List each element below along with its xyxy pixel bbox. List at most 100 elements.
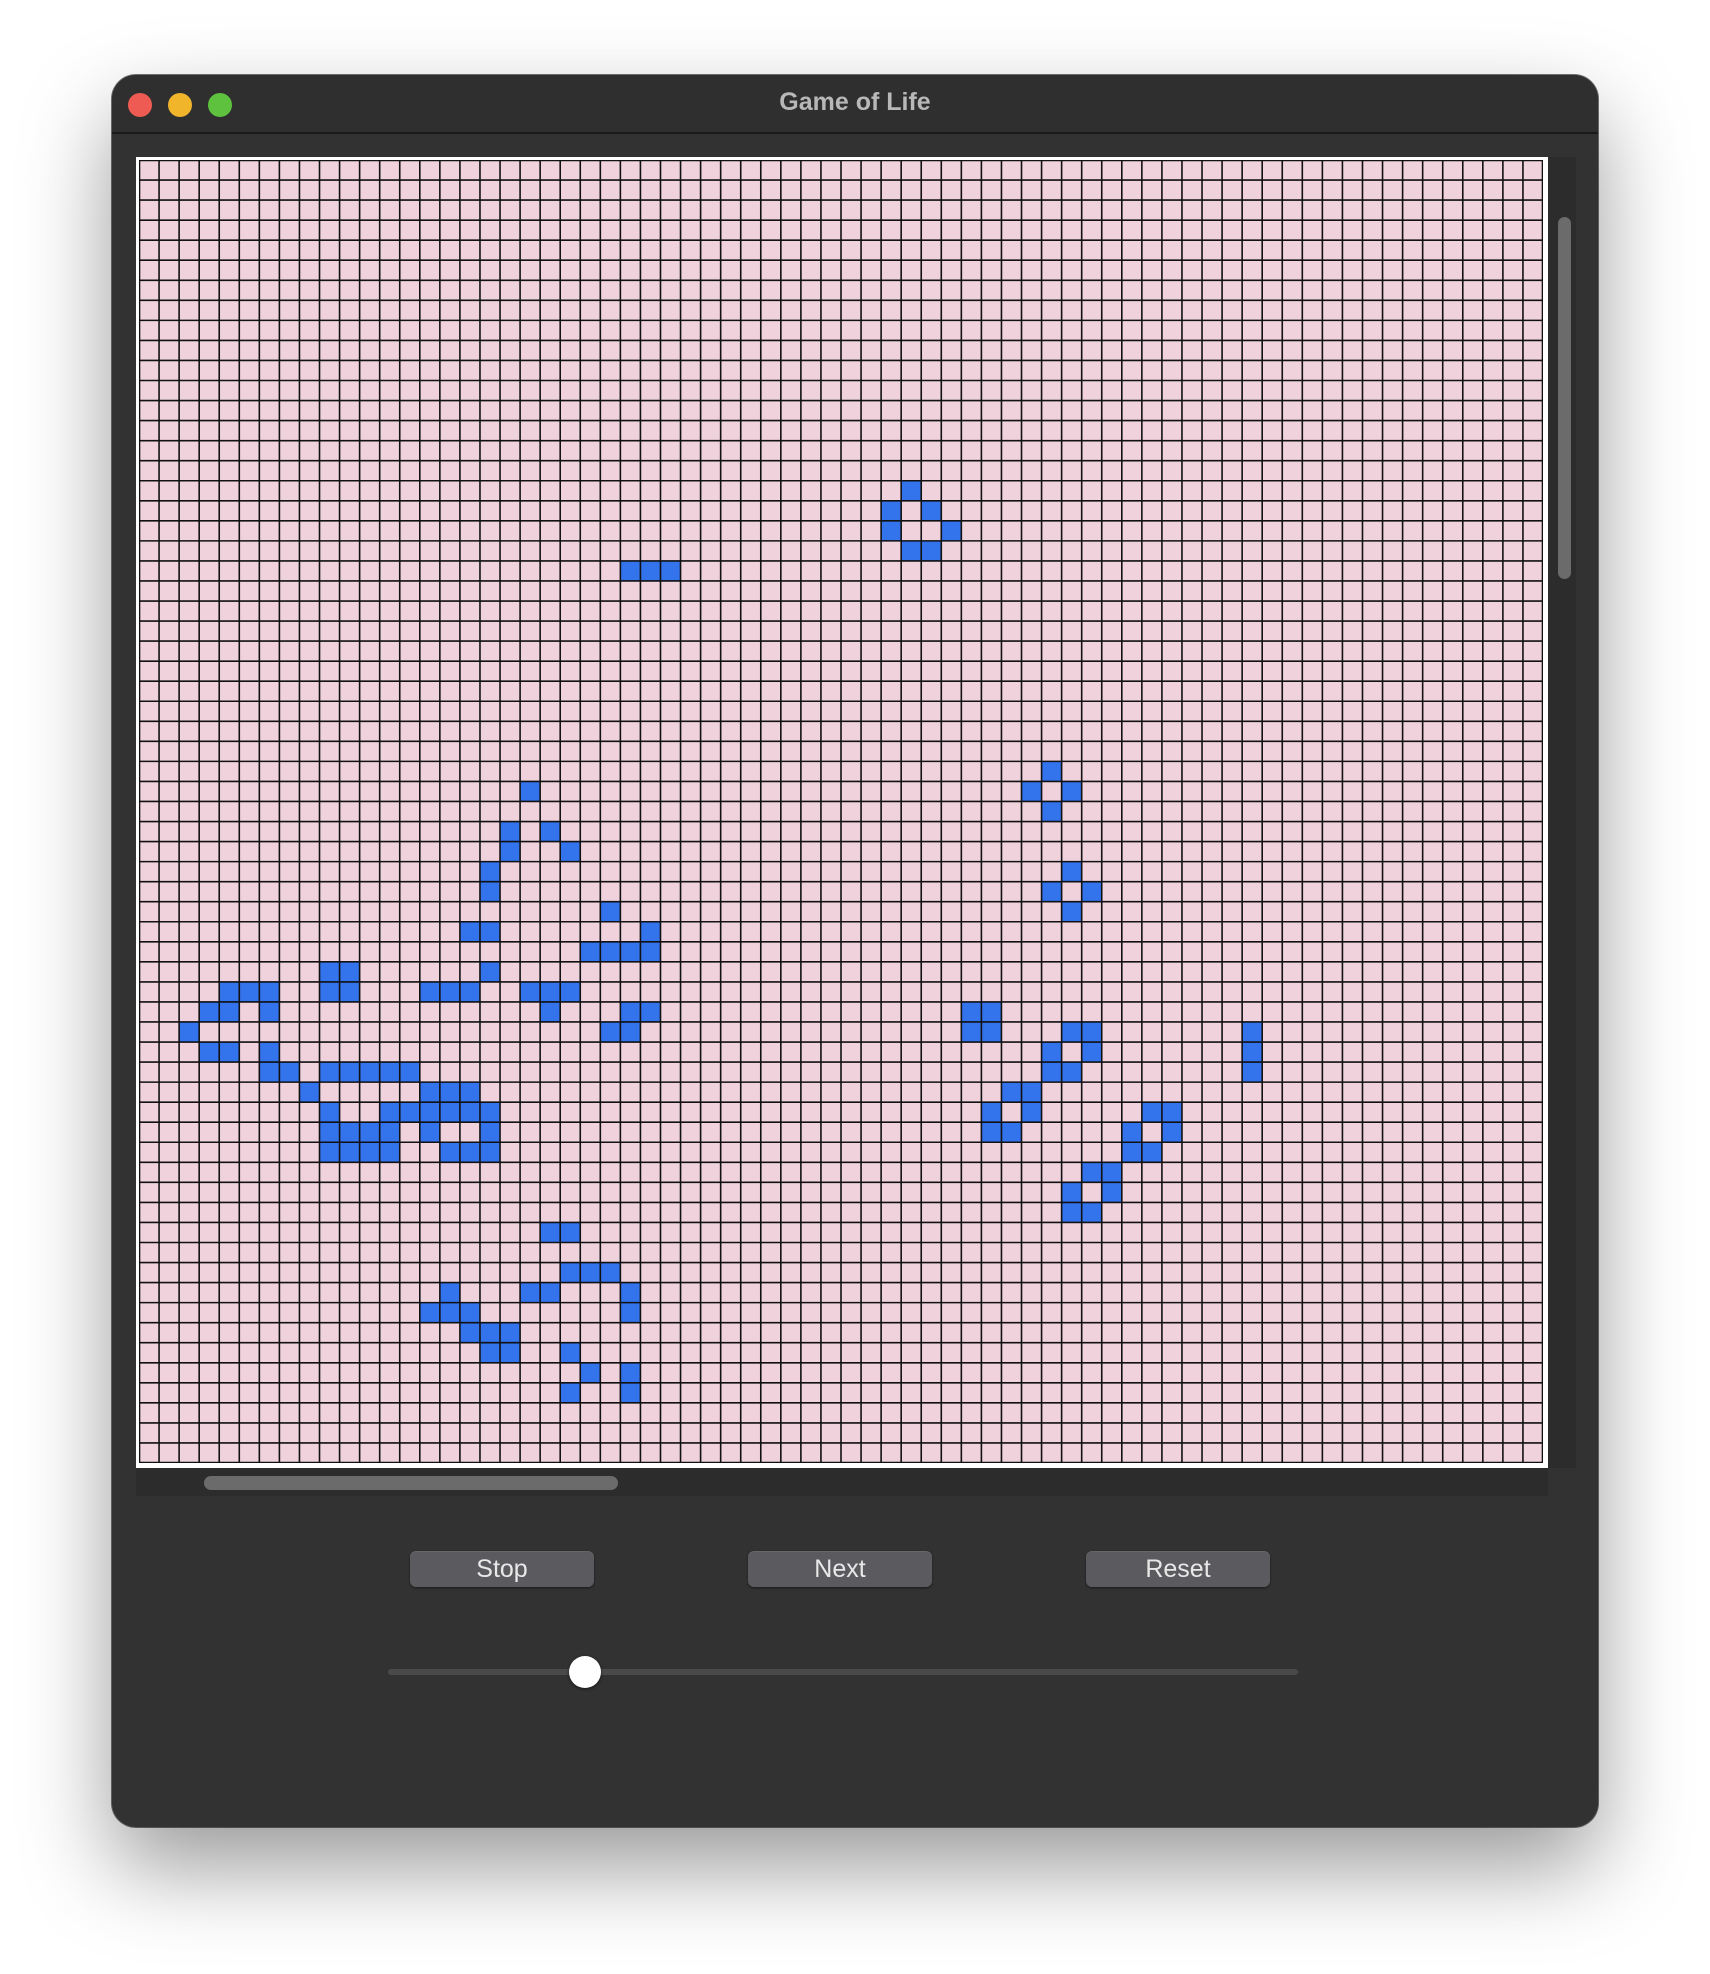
live-cell[interactable] bbox=[640, 1001, 661, 1022]
live-cell[interactable] bbox=[479, 861, 501, 882]
live-cell[interactable] bbox=[179, 1021, 200, 1043]
live-cell[interactable] bbox=[600, 941, 621, 962]
live-cell[interactable] bbox=[500, 1322, 521, 1343]
live-cell[interactable] bbox=[1061, 861, 1082, 882]
live-cell[interactable] bbox=[419, 1122, 440, 1143]
live-cell[interactable] bbox=[459, 1102, 480, 1123]
live-cell[interactable] bbox=[560, 841, 581, 862]
live-cell[interactable] bbox=[479, 881, 501, 902]
live-cell[interactable] bbox=[319, 1062, 340, 1083]
speed-slider-thumb[interactable] bbox=[569, 1656, 601, 1688]
live-cell[interactable] bbox=[560, 1382, 581, 1403]
live-cell[interactable] bbox=[199, 1042, 220, 1063]
live-cell[interactable] bbox=[419, 1302, 440, 1323]
live-cell[interactable] bbox=[1061, 1062, 1082, 1083]
life-grid-viewport[interactable] bbox=[136, 157, 1548, 1468]
live-cell[interactable] bbox=[1242, 1042, 1263, 1063]
live-cell[interactable] bbox=[540, 981, 561, 1002]
life-grid[interactable] bbox=[139, 160, 1543, 1463]
live-cell[interactable] bbox=[259, 981, 280, 1002]
live-cell[interactable] bbox=[1041, 1042, 1062, 1063]
live-cell[interactable] bbox=[640, 941, 661, 962]
live-cell[interactable] bbox=[1141, 1102, 1162, 1123]
live-cell[interactable] bbox=[1121, 1142, 1142, 1163]
live-cell[interactable] bbox=[479, 1322, 501, 1343]
live-cell[interactable] bbox=[1081, 1202, 1102, 1223]
live-cell[interactable] bbox=[359, 1122, 380, 1143]
live-cell[interactable] bbox=[520, 1282, 541, 1303]
live-cell[interactable] bbox=[600, 1262, 621, 1283]
live-cell[interactable] bbox=[479, 1142, 501, 1163]
live-cell[interactable] bbox=[459, 1082, 480, 1103]
live-cell[interactable] bbox=[379, 1142, 400, 1163]
live-cell[interactable] bbox=[600, 1021, 621, 1043]
live-cell[interactable] bbox=[319, 1142, 340, 1163]
live-cell[interactable] bbox=[620, 1362, 641, 1383]
next-button[interactable]: Next bbox=[748, 1551, 932, 1587]
live-cell[interactable] bbox=[1061, 1021, 1082, 1043]
live-cell[interactable] bbox=[1242, 1021, 1263, 1043]
live-cell[interactable] bbox=[1141, 1142, 1162, 1163]
live-cell[interactable] bbox=[459, 1322, 480, 1343]
live-cell[interactable] bbox=[560, 1222, 581, 1243]
horizontal-scrollbar-thumb[interactable] bbox=[204, 1476, 618, 1490]
live-cell[interactable] bbox=[1041, 761, 1062, 782]
live-cell[interactable] bbox=[580, 941, 601, 962]
live-cell[interactable] bbox=[1121, 1122, 1142, 1143]
live-cell[interactable] bbox=[1021, 1082, 1042, 1103]
live-cell[interactable] bbox=[1041, 881, 1062, 902]
live-cell[interactable] bbox=[299, 1082, 320, 1103]
live-cell[interactable] bbox=[881, 520, 902, 541]
live-cell[interactable] bbox=[319, 1122, 340, 1143]
live-cell[interactable] bbox=[580, 1362, 601, 1383]
live-cell[interactable] bbox=[459, 1142, 480, 1163]
live-cell[interactable] bbox=[1081, 881, 1102, 902]
live-cell[interactable] bbox=[319, 1102, 340, 1123]
live-cell[interactable] bbox=[339, 1122, 360, 1143]
live-cell[interactable] bbox=[540, 1001, 561, 1022]
live-cell[interactable] bbox=[580, 1262, 601, 1283]
live-cell[interactable] bbox=[339, 961, 360, 982]
live-cell[interactable] bbox=[640, 921, 661, 942]
live-cell[interactable] bbox=[439, 1102, 460, 1123]
live-cell[interactable] bbox=[1101, 1162, 1122, 1183]
live-cell[interactable] bbox=[500, 841, 521, 862]
live-cell[interactable] bbox=[1081, 1021, 1102, 1043]
live-cell[interactable] bbox=[961, 1021, 982, 1043]
live-cell[interactable] bbox=[1161, 1122, 1182, 1143]
live-cell[interactable] bbox=[359, 1142, 380, 1163]
live-cell[interactable] bbox=[219, 981, 240, 1002]
stop-button[interactable]: Stop bbox=[410, 1551, 594, 1587]
live-cell[interactable] bbox=[1081, 1042, 1102, 1063]
live-cell[interactable] bbox=[479, 921, 501, 942]
live-cell[interactable] bbox=[459, 1302, 480, 1323]
live-cell[interactable] bbox=[419, 981, 440, 1002]
live-cell[interactable] bbox=[479, 1102, 501, 1123]
title-bar[interactable]: Game of Life bbox=[112, 75, 1598, 134]
live-cell[interactable] bbox=[540, 1282, 561, 1303]
live-cell[interactable] bbox=[479, 961, 501, 982]
live-cell[interactable] bbox=[1061, 781, 1082, 802]
live-cell[interactable] bbox=[520, 981, 541, 1002]
live-cell[interactable] bbox=[961, 1001, 982, 1022]
live-cell[interactable] bbox=[620, 1001, 641, 1022]
live-cell[interactable] bbox=[921, 540, 942, 561]
live-cell[interactable] bbox=[540, 1222, 561, 1243]
live-cell[interactable] bbox=[901, 480, 922, 501]
live-cell[interactable] bbox=[459, 921, 480, 942]
live-cell[interactable] bbox=[259, 1062, 280, 1083]
live-cell[interactable] bbox=[199, 1001, 220, 1022]
live-cell[interactable] bbox=[620, 941, 641, 962]
live-cell[interactable] bbox=[399, 1062, 420, 1083]
speed-slider-track[interactable] bbox=[388, 1669, 1298, 1675]
live-cell[interactable] bbox=[620, 1021, 641, 1043]
live-cell[interactable] bbox=[279, 1062, 300, 1083]
live-cell[interactable] bbox=[1041, 1062, 1062, 1083]
live-cell[interactable] bbox=[379, 1122, 400, 1143]
live-cell[interactable] bbox=[439, 981, 460, 1002]
live-cell[interactable] bbox=[981, 1102, 1002, 1123]
live-cell[interactable] bbox=[1021, 781, 1042, 802]
live-cell[interactable] bbox=[500, 821, 521, 842]
live-cell[interactable] bbox=[339, 981, 360, 1002]
live-cell[interactable] bbox=[1041, 801, 1062, 822]
